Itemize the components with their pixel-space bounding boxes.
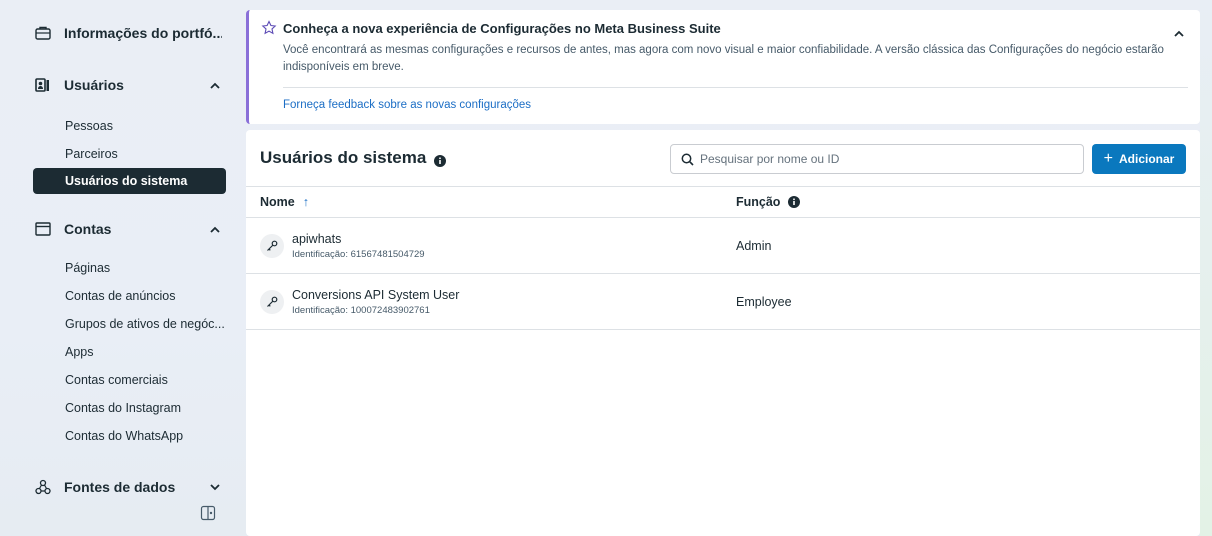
search-input[interactable] — [700, 152, 1080, 166]
add-button[interactable]: + Adicionar — [1092, 144, 1186, 174]
column-header-label: Função — [736, 195, 781, 209]
users-icon — [34, 76, 52, 94]
sidebar-item-instagram-accounts[interactable]: Contas do Instagram — [8, 394, 226, 422]
sidebar-item-partners[interactable]: Parceiros — [8, 140, 226, 168]
table-header: Nome ↑ Função — [246, 186, 1200, 218]
search-icon — [681, 153, 694, 166]
panel-header: Usuários do sistema + Adicionar — [246, 130, 1200, 186]
page-title: Usuários do sistema — [260, 148, 427, 167]
feedback-link[interactable]: Forneça feedback sobre as novas configur… — [283, 99, 531, 111]
table-row[interactable]: Conversions API System User Identificaçã… — [246, 274, 1200, 330]
banner-title-row: Conheça a nova experiência de Configuraç… — [261, 20, 1186, 36]
notice-banner: Conheça a nova experiência de Configuraç… — [246, 10, 1200, 124]
user-id: Identificação: 61567481504729 — [292, 249, 425, 260]
user-role: Employee — [736, 295, 792, 309]
search-box[interactable] — [670, 144, 1084, 174]
sidebar-item-label: Informações do portfó... — [64, 25, 222, 41]
column-header-role: Função — [736, 195, 801, 209]
sidebar-item-asset-groups[interactable]: Grupos de ativos de negóc... — [8, 310, 226, 338]
user-name[interactable]: Conversions API System User — [292, 288, 459, 302]
user-role: Admin — [736, 239, 772, 253]
system-users-panel: Usuários do sistema + Adicionar Nome ↑ — [246, 130, 1200, 536]
sidebar-section-users[interactable]: Usuários — [8, 62, 240, 108]
sidebar-item-pages[interactable]: Páginas — [8, 254, 226, 282]
sidebar-section-label: Usuários — [64, 77, 124, 93]
divider — [283, 87, 1188, 88]
chevron-up-icon[interactable] — [208, 222, 222, 236]
sidebar-item-whatsapp-accounts[interactable]: Contas do WhatsApp — [8, 422, 226, 450]
key-icon — [260, 290, 284, 314]
banner-body: Você encontrará as mesmas configurações … — [283, 44, 1164, 73]
sidebar-item-people[interactable]: Pessoas — [8, 112, 226, 140]
chevron-up-icon[interactable] — [208, 78, 222, 92]
chevron-down-icon[interactable] — [208, 480, 222, 494]
info-icon[interactable] — [434, 152, 447, 167]
sidebar: Informações do portfó... Usuários Pessoa… — [8, 0, 240, 536]
column-header-label: Nome — [260, 195, 295, 209]
collapse-sidebar-icon[interactable] — [200, 505, 218, 523]
banner-title: Conheça a nova experiência de Configuraç… — [283, 20, 721, 36]
star-icon — [261, 20, 277, 36]
user-id: Identificação: 100072483902761 — [292, 305, 430, 316]
sidebar-section-label: Fontes de dados — [64, 479, 176, 495]
background-edge — [1200, 0, 1212, 536]
sidebar-item-system-users[interactable]: Usuários do sistema — [33, 168, 226, 194]
sort-arrow-up-icon: ↑ — [302, 195, 309, 209]
sidebar-item-ad-accounts[interactable]: Contas de anúncios — [8, 282, 226, 310]
sidebar-section-data-sources[interactable]: Fontes de dados — [8, 464, 240, 510]
main-content: Conheça a nova experiência de Configuraç… — [246, 10, 1200, 536]
column-header-name[interactable]: Nome ↑ — [260, 195, 309, 209]
sidebar-section-label: Contas — [64, 221, 112, 237]
key-icon — [260, 234, 284, 258]
page-title-row: Usuários do sistema — [260, 148, 447, 168]
sidebar-item-commerce-accounts[interactable]: Contas comerciais — [8, 366, 226, 394]
table-row[interactable]: apiwhats Identificação: 61567481504729 A… — [246, 218, 1200, 274]
briefcase-icon — [34, 24, 52, 42]
chevron-up-icon[interactable] — [1174, 24, 1186, 37]
sidebar-section-accounts[interactable]: Contas — [8, 206, 240, 252]
accounts-icon — [34, 220, 52, 238]
add-button-label: Adicionar — [1119, 152, 1175, 166]
user-name[interactable]: apiwhats — [292, 232, 341, 246]
data-sources-icon — [34, 478, 52, 496]
sidebar-item-portfolio-info[interactable]: Informações do portfó... — [8, 10, 240, 56]
plus-icon: + — [1103, 150, 1113, 167]
info-icon[interactable] — [788, 196, 801, 208]
sidebar-item-apps[interactable]: Apps — [8, 338, 226, 366]
